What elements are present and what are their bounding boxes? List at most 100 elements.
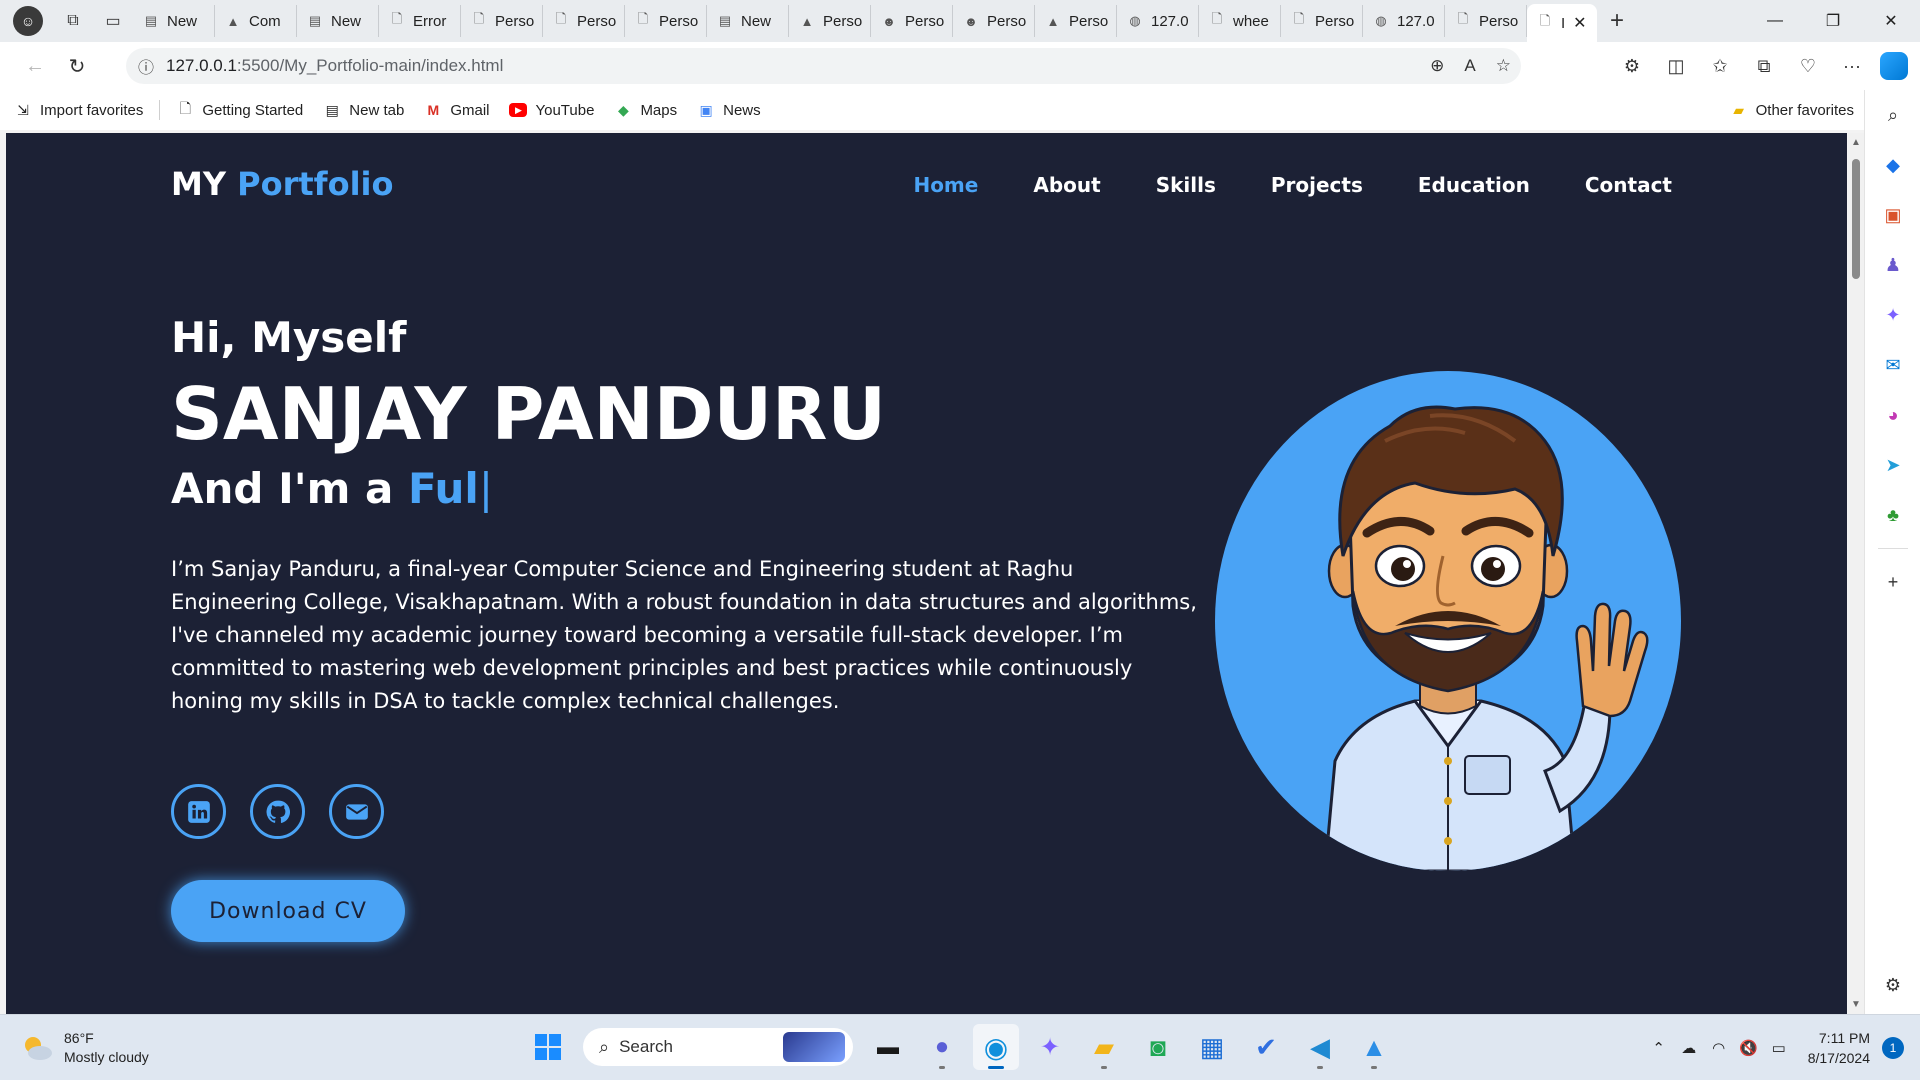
scroll-down-icon[interactable]: ▼: [1851, 999, 1861, 1010]
browser-tab[interactable]: ☻ Perso: [953, 5, 1035, 37]
tray-overflow-icon[interactable]: ⌃: [1644, 1039, 1674, 1057]
notification-badge[interactable]: 1: [1882, 1037, 1904, 1059]
read-aloud-icon[interactable]: A: [1464, 56, 1475, 76]
sidebar-outlook-icon[interactable]: ✉: [1865, 340, 1920, 390]
other-favorites[interactable]: ▰ Other favorites: [1720, 95, 1864, 125]
favorites-icon[interactable]: ✩: [1698, 44, 1742, 88]
nav-home[interactable]: Home: [913, 173, 978, 197]
favorite-star-icon[interactable]: ☆: [1496, 56, 1511, 76]
split-screen-icon[interactable]: ◫: [1654, 44, 1698, 88]
taskbar-todo[interactable]: ✔: [1243, 1024, 1289, 1070]
email-link[interactable]: [329, 784, 384, 839]
favorite-new-tab[interactable]: ▤ New tab: [313, 95, 414, 125]
new-tab-button[interactable]: +: [1597, 0, 1637, 42]
collections-icon[interactable]: ⧉: [1742, 44, 1786, 88]
sidebar-search-icon[interactable]: ⌕: [1865, 90, 1920, 140]
tab-active[interactable]: 🗋 I ✕: [1527, 4, 1597, 42]
browser-tab[interactable]: ◍ 127.0: [1363, 5, 1445, 37]
sidebar-designer-icon[interactable]: ◕: [1865, 390, 1920, 440]
wifi-icon[interactable]: ◠: [1704, 1039, 1734, 1057]
site-info-icon[interactable]: ⓘ: [126, 54, 166, 78]
nav-about[interactable]: About: [1033, 173, 1100, 197]
browser-tab[interactable]: 🗋 Perso: [625, 5, 707, 37]
clock[interactable]: 7:11 PM 8/17/2024: [1808, 1028, 1870, 1068]
sidebar-shopping-icon[interactable]: ◆: [1865, 140, 1920, 190]
taskbar-paint[interactable]: ▲: [1351, 1024, 1397, 1070]
onedrive-icon[interactable]: ☁: [1674, 1039, 1704, 1057]
profile-avatar[interactable]: ☺: [13, 6, 43, 36]
favorite-gmail[interactable]: M Gmail: [414, 95, 499, 125]
browser-tab[interactable]: 🗋 Perso: [1445, 5, 1527, 37]
favorite-news[interactable]: ▣ News: [687, 95, 771, 125]
browser-tab[interactable]: 🗋 Perso: [543, 5, 625, 37]
volume-muted-icon[interactable]: 🔇: [1734, 1039, 1764, 1057]
site-logo[interactable]: MY Portfolio: [171, 165, 394, 203]
browser-tab[interactable]: 🗋 Perso: [1281, 5, 1363, 37]
clock-date: 8/17/2024: [1807, 1050, 1870, 1066]
battery-icon[interactable]: ▭: [1764, 1039, 1794, 1057]
browser-tab[interactable]: ▤ New: [297, 5, 379, 37]
nav-education[interactable]: Education: [1418, 173, 1530, 197]
taskbar-explorer[interactable]: ▰: [1081, 1024, 1127, 1070]
taskbar-vscode[interactable]: ◀: [1297, 1024, 1343, 1070]
favorite-maps[interactable]: ◆ Maps: [604, 95, 687, 125]
nav-contact[interactable]: Contact: [1585, 173, 1672, 197]
taskbar-chat[interactable]: ●: [919, 1024, 965, 1070]
linkedin-link[interactable]: [171, 784, 226, 839]
nav-projects[interactable]: Projects: [1271, 173, 1363, 197]
sidebar-tools-icon[interactable]: ▣: [1865, 190, 1920, 240]
download-cv-button[interactable]: Download CV: [171, 880, 405, 942]
start-button[interactable]: [525, 1024, 571, 1070]
browser-tab[interactable]: 🗋 Error: [379, 5, 461, 37]
weather-widget[interactable]: 86°F Mostly cloudy: [20, 1029, 149, 1067]
avatar-icon: ☻: [964, 13, 978, 29]
browser-tab[interactable]: ▤ New: [707, 5, 789, 37]
sidebar-add-icon[interactable]: +: [1865, 557, 1920, 607]
page-scrollbar[interactable]: ▲ ▼: [1848, 133, 1864, 1014]
browser-tab[interactable]: ▲ Perso: [789, 5, 871, 37]
tab-label: New: [167, 12, 198, 30]
browser-essentials-icon[interactable]: ♡: [1786, 44, 1830, 88]
browser-tab[interactable]: 🗋 whee: [1199, 5, 1281, 37]
sidebar-telegram-icon[interactable]: ➤: [1865, 440, 1920, 490]
extensions-icon[interactable]: ⚙: [1610, 44, 1654, 88]
taskbar-search[interactable]: ⌕ Search: [583, 1028, 853, 1066]
sidebar-games-icon[interactable]: ♟: [1865, 240, 1920, 290]
hero-greeting: Hi, Myself: [171, 313, 407, 362]
nav-skills[interactable]: Skills: [1156, 173, 1216, 197]
task-view-button[interactable]: ▬: [865, 1024, 911, 1070]
more-menu-icon[interactable]: ···: [1830, 44, 1874, 88]
sidebar-copilot-icon[interactable]: ✦: [1865, 290, 1920, 340]
scrollbar-thumb[interactable]: [1852, 159, 1860, 279]
browser-tab[interactable]: ▤ New: [133, 5, 215, 37]
browser-tab[interactable]: 🗋 Perso: [461, 5, 543, 37]
browser-tab[interactable]: ▲ Com: [215, 5, 297, 37]
favorite-youtube[interactable]: ▶ YouTube: [499, 95, 604, 125]
minimize-icon[interactable]: —: [1746, 0, 1804, 42]
browser-tab[interactable]: ▲ Perso: [1035, 5, 1117, 37]
github-link[interactable]: [250, 784, 305, 839]
back-icon[interactable]: ←: [14, 45, 56, 87]
favorite-import[interactable]: ⇲ Import favorites: [4, 95, 153, 125]
taskbar-whatsapp[interactable]: ◙: [1135, 1024, 1181, 1070]
close-tab-icon[interactable]: ✕: [1573, 13, 1586, 33]
address-bar[interactable]: ⓘ 127.0.0.1:5500/My_Portfolio-main/index…: [126, 48, 1521, 84]
browser-tab[interactable]: ◍ 127.0: [1117, 5, 1199, 37]
taskbar-edge[interactable]: ◉: [973, 1024, 1019, 1070]
taskbar-store[interactable]: ▦: [1189, 1024, 1235, 1070]
refresh-icon[interactable]: ↻: [56, 45, 98, 87]
zoom-icon[interactable]: ⊕: [1430, 56, 1444, 76]
gmail-icon: M: [427, 102, 440, 118]
tab-label: Com: [249, 12, 281, 30]
sidebar-tree-icon[interactable]: ♣: [1865, 490, 1920, 540]
workspaces-icon[interactable]: ⧉: [53, 0, 93, 42]
favorite-getting-started[interactable]: 🗋 Getting Started: [166, 95, 313, 125]
tab-actions-icon[interactable]: ▭: [93, 0, 133, 42]
copilot-icon[interactable]: [1880, 52, 1908, 80]
taskbar-copilot[interactable]: ✦: [1027, 1024, 1073, 1070]
sidebar-settings-icon[interactable]: ⚙: [1865, 960, 1920, 1010]
close-window-icon[interactable]: ✕: [1862, 0, 1920, 42]
restore-icon[interactable]: ❐: [1804, 0, 1862, 42]
browser-tab[interactable]: ☻ Perso: [871, 5, 953, 37]
scroll-up-icon[interactable]: ▲: [1851, 137, 1861, 148]
